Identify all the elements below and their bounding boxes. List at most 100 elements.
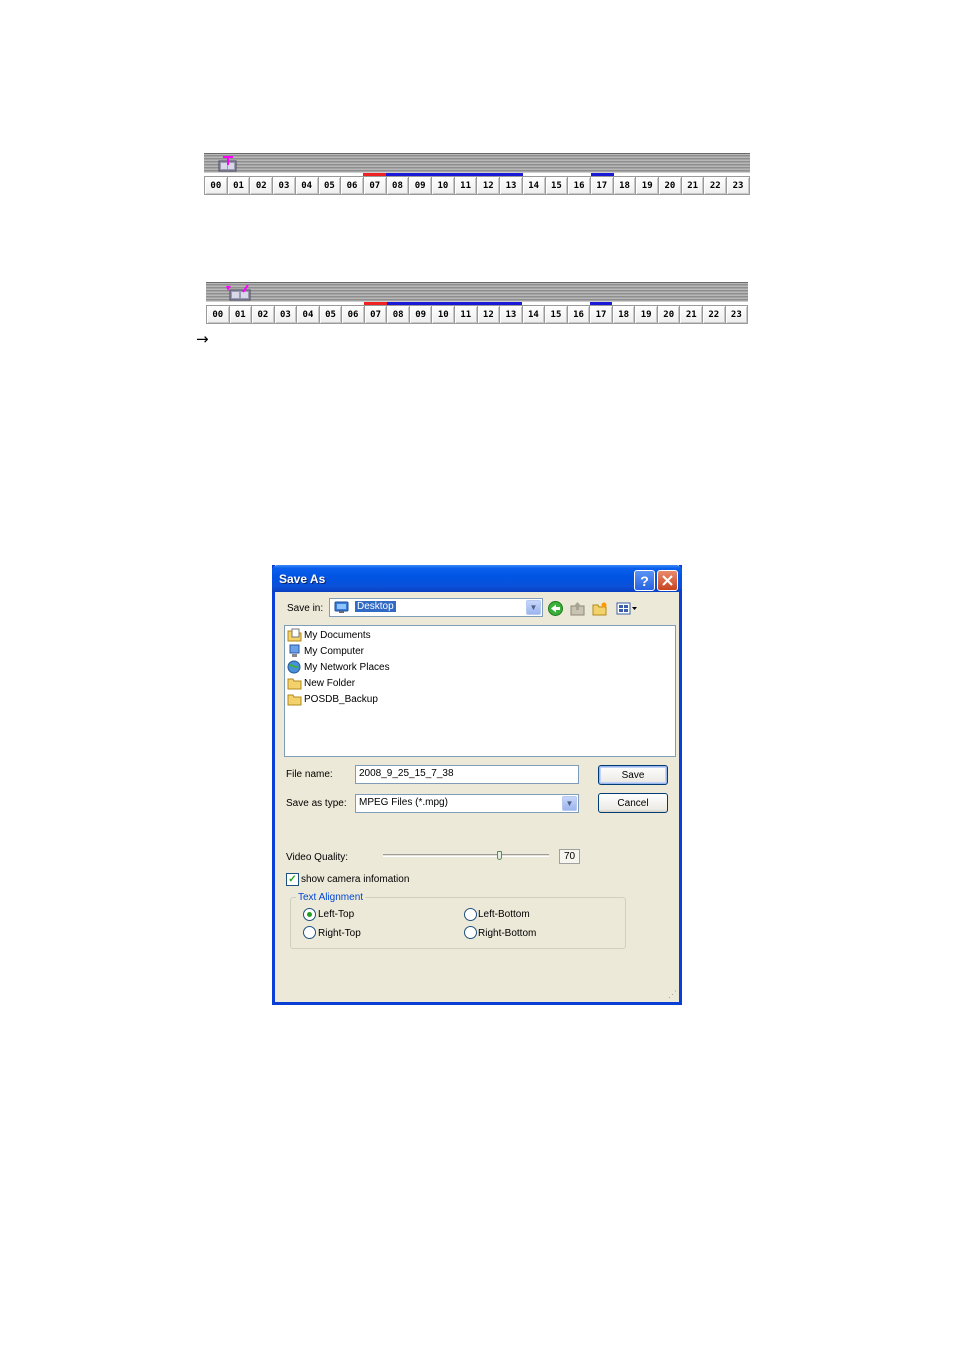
save-in-label: Save in: [287, 603, 324, 614]
hour-cell[interactable]: 10 [432, 177, 455, 194]
my-computer-icon [289, 644, 300, 657]
list-item[interactable]: New Folder [287, 675, 355, 691]
hour-cell[interactable]: 23 [725, 306, 748, 323]
hour-cell[interactable]: 13 [500, 306, 523, 323]
hour-cell[interactable]: 09 [409, 306, 433, 323]
list-item[interactable]: My Network Places [287, 659, 390, 675]
hour-cell[interactable]: 21 [680, 306, 704, 323]
file-list[interactable]: My Documents My Computer My Network Plac… [284, 625, 676, 757]
timeline-1-bar[interactable] [204, 153, 750, 173]
hour-cell[interactable]: 14 [522, 306, 546, 323]
hour-cell[interactable]: 04 [297, 306, 320, 323]
video-quality-label: Video Quality: [286, 852, 349, 863]
hour-cell[interactable]: 08 [387, 306, 410, 323]
desktop-icon [334, 601, 349, 613]
hour-cell[interactable]: 17 [590, 177, 614, 194]
hour-cell[interactable]: 15 [545, 306, 568, 323]
timeline-1-hour-cells: 00 01 02 03 04 05 06 07 08 09 10 11 12 13 14 15 16 17 18 19… [204, 176, 750, 195]
radio-left-bottom-label: Left-Bottom [478, 909, 530, 920]
back-icon[interactable] [547, 600, 564, 617]
hour-cell[interactable]: 20 [657, 306, 681, 323]
file-item-label: New Folder [304, 677, 356, 689]
hour-cell[interactable]: 12 [477, 306, 501, 323]
hour-cell[interactable]: 04 [295, 177, 319, 194]
hour-cell[interactable]: 16 [568, 177, 591, 194]
hour-cell[interactable]: 02 [250, 177, 274, 194]
hour-cell[interactable]: 07 [363, 177, 387, 194]
save-type-label: Save as type: [286, 798, 347, 809]
chevron-down-icon[interactable]: ▼ [526, 600, 541, 615]
hour-cell[interactable]: 17 [590, 306, 613, 323]
dialog-titlebar[interactable]: Save As ? [272, 565, 682, 592]
hour-cell[interactable]: 14 [522, 177, 546, 194]
view-menu-icon[interactable] [615, 600, 639, 617]
video-quality-slider[interactable] [383, 854, 549, 857]
hour-cell[interactable]: 18 [613, 177, 637, 194]
save-type-combo[interactable]: MPEG Files (*.mpg) ▼ [355, 794, 579, 813]
video-quality-slider-thumb[interactable] [497, 851, 502, 860]
hour-cell[interactable]: 09 [409, 177, 433, 194]
radio-right-bottom[interactable] [464, 926, 477, 939]
dialog-title: Save As [279, 572, 326, 586]
hour-cell[interactable]: 08 [386, 177, 410, 194]
radio-left-bottom[interactable] [464, 908, 477, 921]
chevron-down-icon[interactable]: ▼ [562, 796, 577, 811]
save-type-value: MPEG Files (*.mpg) [359, 797, 448, 808]
folder-icon [287, 678, 302, 690]
hour-cell[interactable]: 18 [612, 306, 636, 323]
show-camera-checkbox[interactable]: ✓ [286, 873, 299, 886]
file-name-input[interactable]: 2008_9_25_15_7_38 [355, 765, 579, 784]
show-camera-label: show camera infomation [301, 874, 410, 885]
hour-cell[interactable]: 00 [205, 177, 228, 194]
close-button[interactable] [657, 570, 678, 591]
network-places-icon [287, 660, 301, 674]
new-folder-icon[interactable] [591, 600, 608, 617]
hour-cell[interactable]: 10 [432, 306, 456, 323]
up-folder-icon[interactable] [569, 600, 586, 617]
hour-cell[interactable]: 11 [455, 306, 478, 323]
timeline-2-bar[interactable] [206, 282, 748, 302]
hour-cell[interactable]: 05 [318, 177, 342, 194]
hour-cell[interactable]: 03 [273, 177, 296, 194]
my-documents-icon [287, 628, 302, 642]
text-alignment-group [290, 897, 626, 949]
hour-cell[interactable]: 21 [681, 177, 705, 194]
hour-cell[interactable]: 07 [364, 306, 388, 323]
video-quality-value: 70 [559, 849, 580, 864]
list-item[interactable]: My Documents [287, 627, 371, 643]
resize-grip-icon[interactable]: ⋰ [668, 989, 677, 1000]
hour-cell[interactable]: 15 [545, 177, 569, 194]
hour-cell[interactable]: 00 [207, 306, 230, 323]
hour-cell[interactable]: 01 [229, 306, 253, 323]
file-item-label: My Documents [304, 629, 371, 641]
list-item[interactable]: My Computer [287, 643, 364, 659]
hour-cell[interactable]: 06 [342, 306, 365, 323]
save-button[interactable]: Save [598, 765, 668, 785]
cancel-button[interactable]: Cancel [598, 793, 668, 813]
help-button[interactable]: ? [634, 570, 655, 591]
save-as-dialog: Save As ? Save in: Desktop ▼ My Document… [272, 565, 682, 1005]
hour-cell[interactable]: 02 [252, 306, 275, 323]
text-alignment-legend: Text Alignment [296, 892, 366, 903]
hour-cell[interactable]: 19 [635, 306, 658, 323]
radio-left-top[interactable] [303, 908, 316, 921]
hour-cell[interactable]: 23 [727, 177, 749, 194]
hour-cell[interactable]: 03 [274, 306, 298, 323]
timeline-2-hour-cells: 00 01 02 03 04 05 06 07 08 09 10 11 12 13 14 15 16 17 18 19… [206, 305, 748, 324]
hour-cell[interactable]: 11 [454, 177, 478, 194]
hour-cell[interactable]: 22 [703, 306, 726, 323]
hour-cell[interactable]: 16 [567, 306, 591, 323]
list-item[interactable]: POSDB_Backup [287, 691, 378, 707]
save-in-value: Desktop [355, 601, 396, 612]
hour-cell[interactable]: 13 [500, 177, 523, 194]
radio-right-top[interactable] [303, 926, 316, 939]
hour-cell[interactable]: 01 [227, 177, 251, 194]
hour-cell[interactable]: 06 [341, 177, 364, 194]
file-item-label: My Network Places [304, 661, 390, 673]
hour-cell[interactable]: 05 [319, 306, 343, 323]
hour-cell[interactable]: 20 [659, 177, 682, 194]
hour-cell[interactable]: 19 [636, 177, 660, 194]
hour-cell[interactable]: 12 [477, 177, 501, 194]
hour-cell[interactable]: 22 [704, 177, 728, 194]
save-in-combo[interactable]: Desktop ▼ [329, 598, 543, 617]
